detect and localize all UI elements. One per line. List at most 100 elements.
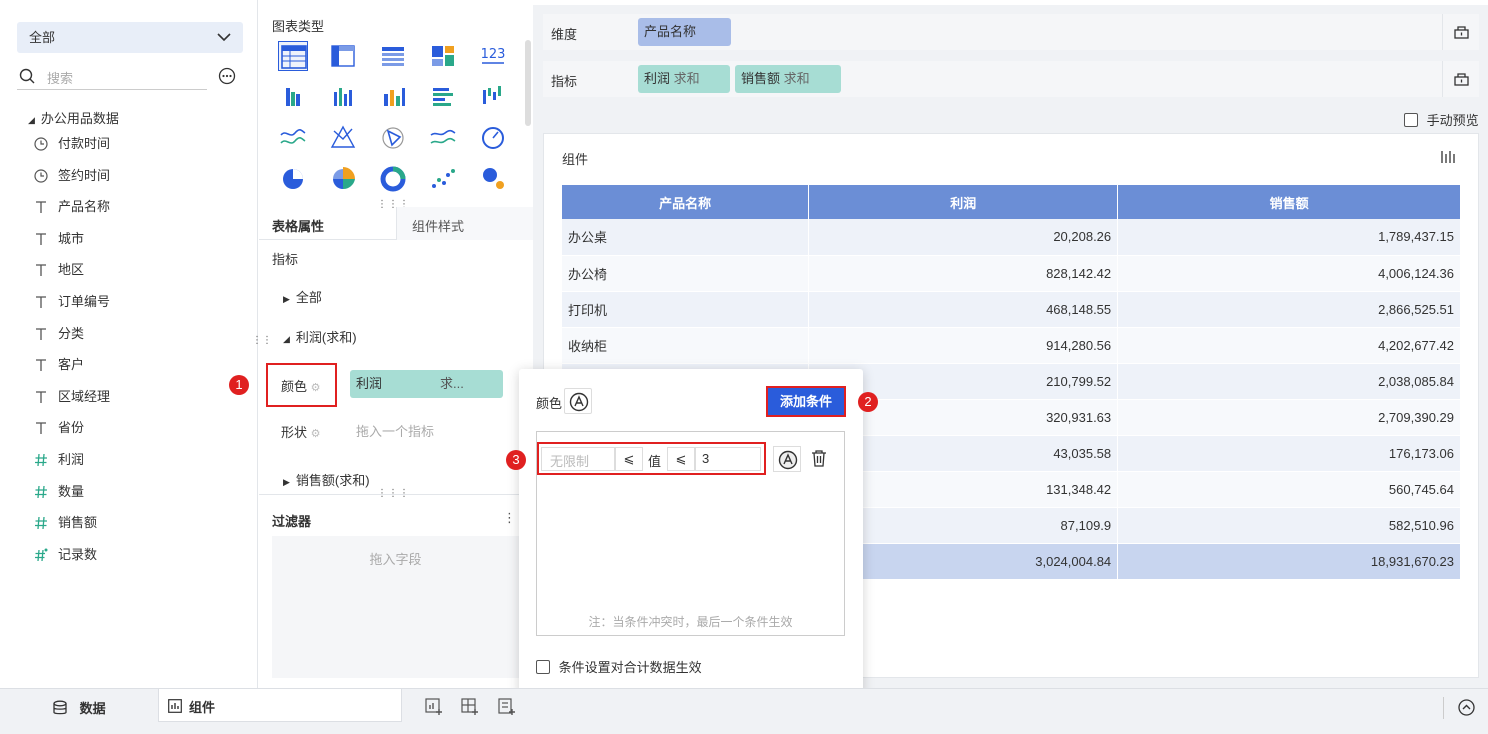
add-condition-highlight: 添加条件 (766, 386, 846, 417)
search-input[interactable]: 搜索 (17, 64, 207, 90)
table-row[interactable]: 办公椅 828,142.42 4,006,124.36 (562, 255, 1461, 292)
color-condition-popup: 颜色 添加条件 无限制 ⩽ 值 ⩽ 3 注：当条件冲突时，最后一个条件生效 条件… (519, 369, 863, 696)
tab-table-properties[interactable]: 表格属性 (272, 216, 324, 235)
table-cell: 办公椅 (562, 255, 810, 292)
step-badge: 1 (229, 375, 249, 395)
color-metric-chip[interactable]: 利润 求... (350, 370, 503, 398)
bottom-bar: 数据 组件 (0, 688, 1488, 734)
dimension-row: 维度 产品名称 (543, 14, 1479, 50)
polar-chart-icon[interactable] (378, 123, 408, 153)
add-condition-button[interactable]: 添加条件 (768, 388, 844, 415)
condition-min-input[interactable]: 无限制 (541, 447, 615, 471)
add-filter-component-icon[interactable] (498, 698, 516, 716)
chip-agg: 求和 (783, 71, 810, 86)
popup-color-label: 颜色 (536, 396, 563, 411)
condition-max-input[interactable]: 3 (695, 447, 761, 471)
treemap-icon[interactable] (428, 41, 458, 71)
top-strip (533, 0, 1488, 5)
lock-icon (1454, 26, 1469, 39)
field-label: 数量 (58, 483, 85, 499)
shape-drop-zone[interactable]: 拖入一个指标 (356, 421, 434, 440)
rose-chart-icon[interactable] (328, 164, 358, 194)
column-header[interactable]: 产品名称 (562, 185, 810, 219)
trash-icon (812, 450, 826, 467)
drag-handle-icon[interactable]: ⋮⋮ (252, 336, 272, 346)
scatter-chart-icon[interactable] (428, 164, 458, 194)
filter-menu-icon[interactable]: ⋮ (503, 510, 516, 526)
table-row[interactable]: 办公桌 20,208.26 1,789,437.15 (562, 219, 1461, 256)
line-chart-icon[interactable] (278, 123, 308, 153)
donut-chart-icon[interactable] (378, 164, 408, 194)
apply-to-total-toggle[interactable]: 条件设置对合计数据生效 (536, 657, 702, 676)
tab-component[interactable]: 组件 (158, 689, 402, 722)
column-chart-icon[interactable] (328, 82, 358, 112)
area-chart-icon[interactable] (428, 123, 458, 153)
tab-data[interactable]: 数据 (52, 698, 106, 717)
more-options-icon[interactable] (218, 67, 236, 85)
dataset-select[interactable]: 全部 (17, 22, 243, 53)
pie-chart-icon[interactable] (278, 164, 308, 194)
number-type-icon (34, 453, 48, 467)
field-label: 城市 (58, 230, 85, 246)
shape-property[interactable]: 形状 ⚙ (281, 422, 321, 441)
operator-select[interactable]: ⩽ (667, 447, 695, 471)
column-header[interactable]: 利润 (808, 185, 1119, 219)
checkbox[interactable] (1404, 112, 1418, 127)
radar-chart-icon[interactable] (328, 123, 358, 153)
search-icon (19, 68, 35, 84)
table-cell: 1,789,437.15 (1117, 219, 1461, 256)
stacked-column-icon[interactable] (378, 82, 408, 112)
tab-component-style[interactable]: 组件样式 (412, 216, 464, 235)
lock-button[interactable] (1442, 14, 1479, 50)
metrics-section-label: 指标 (272, 252, 299, 267)
text-type-icon (34, 327, 48, 341)
manual-preview-label: 手动预览 (1426, 113, 1479, 128)
tree-node-sales[interactable]: ▶ 销售额(求和) (283, 470, 370, 489)
checkbox[interactable] (536, 659, 550, 674)
color-picker[interactable] (564, 388, 592, 414)
collapse-button[interactable] (1458, 699, 1475, 716)
text-type-icon (34, 232, 48, 246)
bubble-chart-icon[interactable] (478, 164, 508, 194)
delete-condition-button[interactable] (811, 450, 827, 467)
field-label: 记录数 (58, 546, 98, 562)
tree-node-all[interactable]: ▶ 全部 (283, 287, 322, 306)
dataset-folder[interactable]: ◢ 办公用品数据 (28, 108, 119, 127)
table-cell: 468,148.55 (808, 291, 1119, 328)
color-property-label: 颜色 (281, 379, 308, 394)
table-chart-icon[interactable] (278, 41, 308, 71)
scrollbar[interactable] (525, 40, 531, 126)
color-property[interactable]: 颜色 ⚙ (281, 376, 321, 395)
manual-preview-toggle[interactable]: 手动预览 (1404, 110, 1479, 129)
add-table-component-icon[interactable] (461, 698, 479, 716)
kpi-number-icon[interactable]: 123 (478, 41, 508, 71)
table-cell: 2,709,390.29 (1117, 399, 1461, 436)
column-header[interactable]: 销售额 (1117, 185, 1461, 219)
gauge-icon[interactable] (478, 123, 508, 153)
metric-chip-sales[interactable]: 销售额 求和 (735, 65, 841, 93)
chevron-down-icon (217, 32, 231, 42)
detail-table-icon[interactable] (378, 41, 408, 71)
grouped-column-icon[interactable] (278, 82, 308, 112)
data-panel: 全部 搜索 ◢ 办公用品数据 付款时间 签约时间 产品名称 城市 地区 订单编号 分类 客户 区域… (0, 0, 258, 688)
lock-button[interactable] (1442, 61, 1479, 97)
condition-color-picker[interactable] (773, 446, 801, 472)
cross-table-icon[interactable] (328, 41, 358, 71)
operator-select[interactable]: ⩽ (615, 447, 643, 471)
caret-down-icon: ◢ (28, 115, 35, 125)
bar-chart-icon[interactable] (428, 82, 458, 112)
filter-drop-zone[interactable]: 拖入字段 (272, 536, 519, 678)
table-cell: 582,510.96 (1117, 507, 1461, 544)
table-row[interactable]: 打印机 468,148.55 2,866,525.51 (562, 291, 1461, 328)
dimension-chip[interactable]: 产品名称 (638, 18, 731, 46)
add-chart-component-icon[interactable] (425, 698, 443, 716)
filter-drop-placeholder: 拖入字段 (369, 552, 422, 567)
lock-icon (1454, 73, 1469, 86)
metric-chip-profit[interactable]: 利润 求和 (638, 65, 730, 93)
chart-settings-icon[interactable] (1440, 150, 1456, 164)
tree-node-profit[interactable]: ◢ 利润(求和) (283, 327, 357, 346)
waterfall-icon[interactable] (478, 82, 508, 112)
table-row[interactable]: 收纳柜 914,280.56 4,202,677.42 (562, 327, 1461, 364)
text-type-icon (34, 421, 48, 435)
dimension-label: 维度 (551, 27, 578, 42)
